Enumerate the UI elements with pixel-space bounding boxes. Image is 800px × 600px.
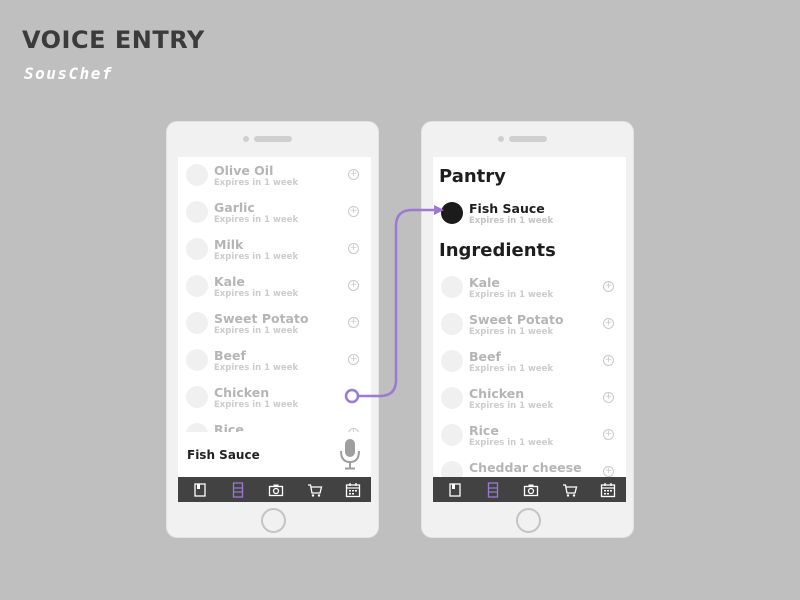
flow-arrow-path (358, 208, 434, 398)
flow-start-handle-icon (344, 388, 360, 404)
flow-connector (344, 205, 444, 404)
arrow-head-icon (434, 205, 444, 215)
